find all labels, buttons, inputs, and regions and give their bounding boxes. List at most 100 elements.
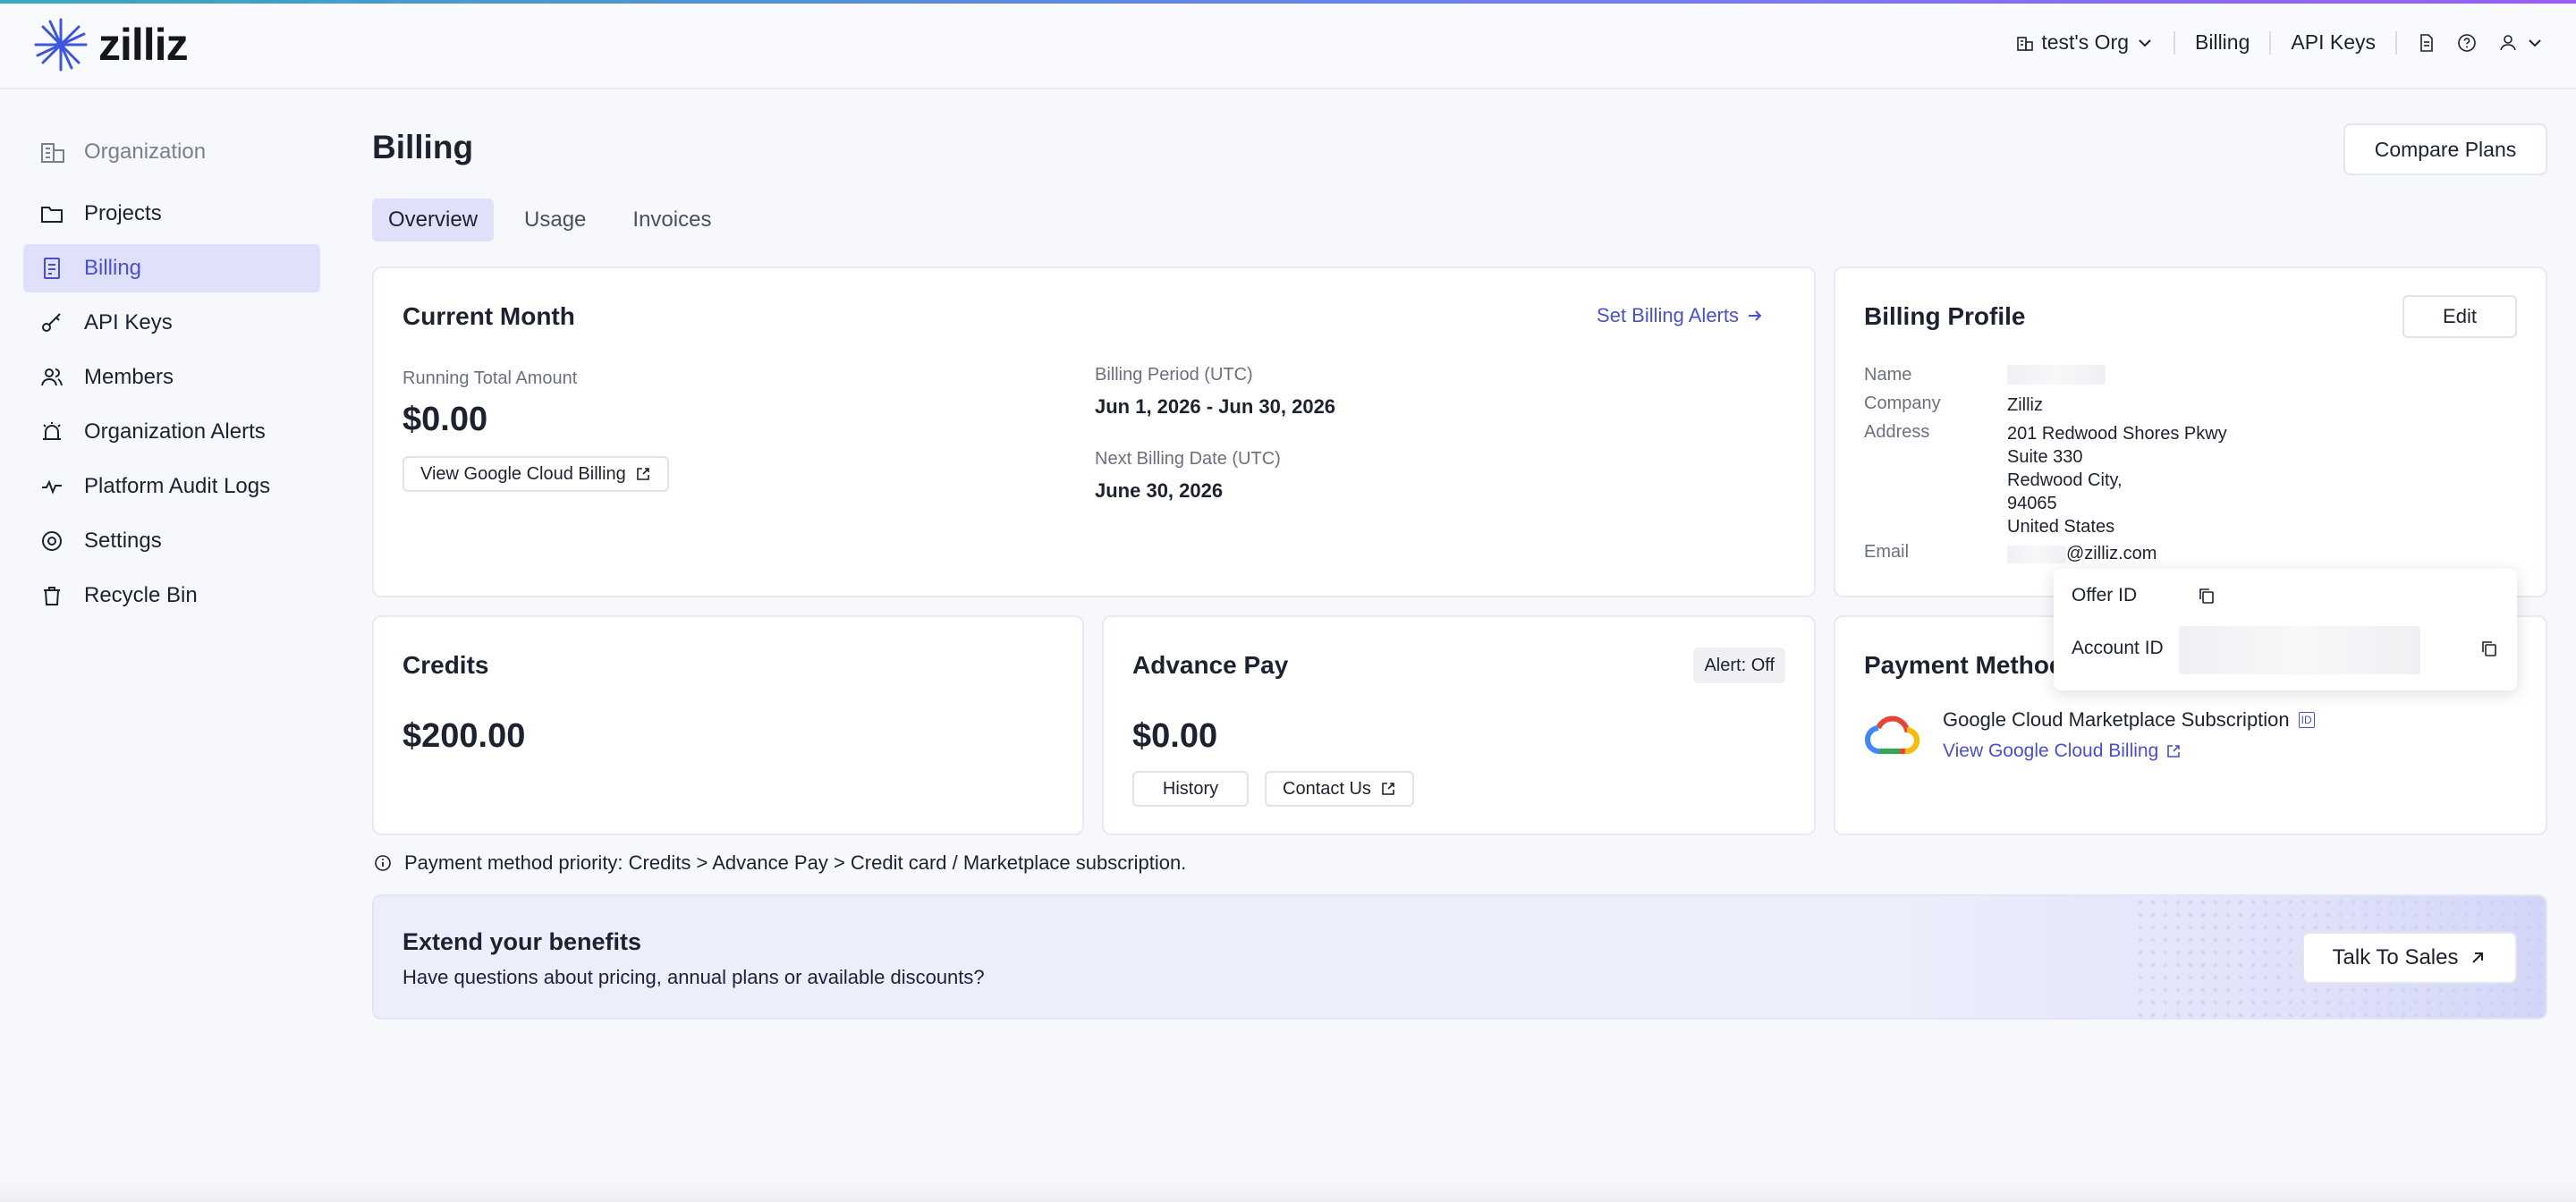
advance-pay-title: Advance Pay <box>1132 651 1289 679</box>
sidebar-item-organization-alerts[interactable]: Organization Alerts <box>23 408 320 456</box>
info-icon <box>375 855 391 871</box>
current-month-title: Current Month <box>402 302 575 330</box>
redacted-block <box>2007 545 2066 563</box>
address-line: Redwood City, <box>2007 470 2123 490</box>
bottom-shade <box>0 1181 2576 1202</box>
sidebar-item-label: Recycle Bin <box>84 583 198 607</box>
subscription-text: Google Cloud Marketplace Subscription <box>1943 708 2290 731</box>
address-line: 94065 <box>2007 494 2057 513</box>
logo-text: zilliz <box>98 20 189 70</box>
building-icon <box>2017 36 2034 51</box>
sidebar-item-label: API Keys <box>84 310 173 334</box>
tabs: Overview Usage Invoices <box>372 199 727 241</box>
address-value: 201 Redwood Shores Pkwy Suite 330 Redwoo… <box>2007 422 2227 538</box>
divider <box>2269 30 2272 55</box>
sidebar: Organization Projects Billing API Keys M… <box>23 125 320 626</box>
next-billing-value: June 30, 2026 <box>1095 479 1224 502</box>
chevron-down-icon <box>2139 38 2151 47</box>
sidebar-item-billing[interactable]: Billing <box>23 244 320 292</box>
key-icon <box>42 313 61 332</box>
offer-id-row: Offer ID <box>2072 585 2216 606</box>
billing-profile-card: Billing Profile Edit Name Company Zilliz… <box>1834 267 2547 597</box>
chevron-down-icon <box>2529 38 2541 47</box>
banner-title: Extend your benefits <box>402 928 642 955</box>
account-id-row: Account ID <box>2072 622 2499 674</box>
address-label: Address <box>1864 422 1930 442</box>
copy-icon[interactable] <box>2479 639 2499 658</box>
billing-period-value: Jun 1, 2026 - Jun 30, 2026 <box>1095 395 1336 418</box>
set-billing-alerts-link[interactable]: Set Billing Alerts <box>1597 304 1764 327</box>
redacted-block <box>2179 626 2420 674</box>
org-switcher[interactable]: test's Org <box>2016 30 2154 55</box>
sidebar-item-settings[interactable]: Settings <box>23 517 320 565</box>
name-label: Name <box>1864 365 1912 385</box>
sidebar-item-projects[interactable]: Projects <box>23 190 320 238</box>
view-google-cloud-billing-button[interactable]: View Google Cloud Billing <box>402 456 669 492</box>
note-text: Payment method priority: Credits > Advan… <box>404 851 1187 874</box>
sidebar-org-label: Organization <box>84 140 207 164</box>
sidebar-item-label: Platform Audit Logs <box>84 474 271 498</box>
sidebar-item-members[interactable]: Members <box>23 353 320 402</box>
topnav-api-keys-link[interactable]: API Keys <box>2291 30 2376 55</box>
sidebar-item-label: Members <box>84 365 174 389</box>
sidebar-organization[interactable]: Organization <box>23 125 320 179</box>
copy-icon[interactable] <box>2197 586 2216 605</box>
running-total-value: $0.00 <box>402 401 488 438</box>
advance-pay-card: Advance Pay Alert: Off $0.00 History Con… <box>1102 615 1816 835</box>
arrow-up-right-icon <box>2472 952 2484 963</box>
history-button[interactable]: History <box>1132 771 1249 807</box>
members-icon <box>41 368 63 386</box>
running-total-label: Running Total Amount <box>402 368 578 388</box>
profile-address-row: Address 201 Redwood Shores Pkwy Suite 33… <box>1864 422 2227 538</box>
billing-period-label: Billing Period (UTC) <box>1095 365 1253 385</box>
current-month-card: Current Month Set Billing Alerts Running… <box>372 267 1816 597</box>
tab-usage[interactable]: Usage <box>508 199 602 241</box>
subscription-label: Google Cloud Marketplace Subscription ID <box>1943 708 2315 732</box>
logo[interactable]: zilliz <box>32 16 189 73</box>
talk-to-sales-button[interactable]: Talk To Sales <box>2302 932 2517 984</box>
email-value: @zilliz.com <box>2007 542 2157 565</box>
offer-id-label: Offer ID <box>2072 585 2138 605</box>
address-line: United States <box>2007 517 2115 537</box>
folder-icon <box>41 207 63 223</box>
id-badge[interactable]: ID <box>2298 712 2315 728</box>
contact-us-label: Contact Us <box>1283 778 1371 799</box>
edit-profile-button[interactable]: Edit <box>2402 295 2517 338</box>
extend-benefits-banner: Extend your benefits Have questions abou… <box>372 894 2547 1020</box>
document-icon[interactable] <box>2417 33 2436 53</box>
talk-to-sales-label: Talk To Sales <box>2332 945 2459 969</box>
google-cloud-icon <box>1865 715 1919 755</box>
tab-invoices[interactable]: Invoices <box>616 199 727 241</box>
help-icon[interactable] <box>2456 32 2478 54</box>
billing-icon <box>44 258 60 279</box>
zilliz-star-icon <box>34 18 88 72</box>
gear-icon <box>42 531 62 551</box>
sidebar-item-label: Organization Alerts <box>84 419 266 444</box>
next-billing-label: Next Billing Date (UTC) <box>1095 449 1281 469</box>
sidebar-item-platform-audit-logs[interactable]: Platform Audit Logs <box>23 462 320 511</box>
sidebar-item-api-keys[interactable]: API Keys <box>23 299 320 347</box>
billing-profile-title: Billing Profile <box>1864 302 2026 330</box>
profile-company-row: Company Zilliz <box>1864 394 2043 417</box>
building-icon <box>41 143 64 163</box>
company-label: Company <box>1864 394 1941 413</box>
payment-view-gcb-link[interactable]: View Google Cloud Billing <box>1943 741 2182 762</box>
topnav-billing-link[interactable]: Billing <box>2195 30 2250 55</box>
sidebar-item-recycle-bin[interactable]: Recycle Bin <box>23 571 320 620</box>
address-line: 201 Redwood Shores Pkwy <box>2007 424 2227 444</box>
external-link-icon <box>636 468 649 480</box>
tab-overview[interactable]: Overview <box>372 199 495 241</box>
advance-pay-amount: $0.00 <box>1132 717 1218 755</box>
id-popover: Offer ID Account ID <box>2054 569 2517 690</box>
alarm-icon <box>43 422 61 440</box>
pulse-icon <box>42 479 62 495</box>
compare-plans-button[interactable]: Compare Plans <box>2343 123 2547 175</box>
email-domain: @zilliz.com <box>2066 544 2157 563</box>
contact-us-button[interactable]: Contact Us <box>1265 771 1414 807</box>
account-id-label: Account ID <box>2072 638 2164 658</box>
payment-view-gcb-label: View Google Cloud Billing <box>1943 741 2159 761</box>
sidebar-item-label: Billing <box>84 256 142 280</box>
name-value-redacted <box>2007 365 2106 391</box>
set-billing-alerts-label: Set Billing Alerts <box>1597 304 1739 326</box>
user-menu[interactable] <box>2497 32 2544 54</box>
